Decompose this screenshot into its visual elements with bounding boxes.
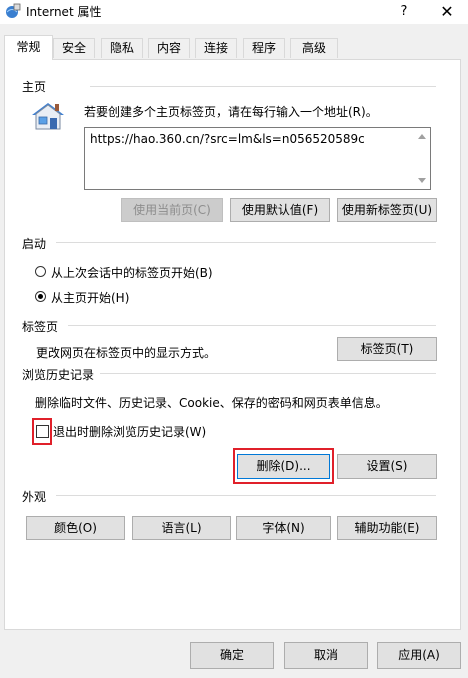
homepage-section-title: 主页 xyxy=(22,80,47,94)
window-title: Internet 属性 xyxy=(26,5,102,19)
tabs-separator xyxy=(68,325,436,326)
startup-separator xyxy=(56,242,436,243)
scroll-up-icon[interactable] xyxy=(418,134,426,139)
tab-security[interactable]: 安全 xyxy=(53,38,95,58)
tab-general[interactable]: 常规 xyxy=(4,35,53,60)
tab-content[interactable]: 内容 xyxy=(148,38,190,58)
homepage-instruction: 若要创建多个主页标签页，请在每行输入一个地址(R)。 xyxy=(84,105,378,119)
fonts-button[interactable]: 字体(N) xyxy=(236,516,331,540)
radio-start-homepage[interactable] xyxy=(35,291,46,302)
apply-button[interactable]: 应用(A) xyxy=(377,642,461,669)
use-default-button[interactable]: 使用默认值(F) xyxy=(230,198,330,222)
homepage-url-textarea[interactable]: https://hao.360.cn/?src=lm&ls=n056520589… xyxy=(84,127,431,190)
cancel-button[interactable]: 取消 xyxy=(284,642,368,669)
scroll-down-icon[interactable] xyxy=(418,178,426,183)
close-button[interactable]: ✕ xyxy=(432,0,462,24)
history-settings-button[interactable]: 设置(S) xyxy=(337,454,437,479)
homepage-separator xyxy=(90,86,436,87)
colors-button[interactable]: 颜色(O) xyxy=(26,516,125,540)
tab-advanced[interactable]: 高级 xyxy=(290,38,338,58)
tab-privacy[interactable]: 隐私 xyxy=(101,38,143,58)
homepage-scrollbar[interactable] xyxy=(414,128,430,189)
tabs-settings-button[interactable]: 标签页(T) xyxy=(337,337,437,361)
radio-start-homepage-label[interactable]: 从主页开始(H) xyxy=(51,289,129,306)
title-bar: Internet 属性 ? ✕ xyxy=(0,0,468,24)
accessibility-button[interactable]: 辅助功能(E) xyxy=(337,516,437,540)
history-description: 删除临时文件、历史记录、Cookie、保存的密码和网页表单信息。 xyxy=(35,396,388,410)
delete-history-button[interactable]: 删除(D)... xyxy=(237,454,330,479)
appearance-separator xyxy=(56,495,436,496)
appearance-section-title: 外观 xyxy=(22,490,47,504)
internet-options-icon xyxy=(6,3,21,18)
history-section-title: 浏览历史记录 xyxy=(22,368,95,382)
history-separator xyxy=(100,373,436,374)
radio-last-session[interactable] xyxy=(35,266,46,277)
delete-on-exit-label[interactable]: 退出时删除浏览历史记录(W) xyxy=(53,423,206,440)
languages-button[interactable]: 语言(L) xyxy=(132,516,231,540)
tabs-section-title: 标签页 xyxy=(22,320,59,334)
tabs-description: 更改网页在标签页中的显示方式。 xyxy=(36,346,217,360)
home-icon xyxy=(32,103,64,130)
use-current-button[interactable]: 使用当前页(C) xyxy=(121,198,223,222)
delete-on-exit-checkbox[interactable] xyxy=(36,425,49,438)
tab-connections[interactable]: 连接 xyxy=(195,38,237,58)
tab-programs[interactable]: 程序 xyxy=(243,38,285,58)
radio-last-session-label[interactable]: 从上次会话中的标签页开始(B) xyxy=(51,264,213,281)
use-new-tab-button[interactable]: 使用新标签页(U) xyxy=(337,198,437,222)
ok-button[interactable]: 确定 xyxy=(190,642,274,669)
homepage-url-text: https://hao.360.cn/?src=lm&ls=n056520589… xyxy=(90,132,365,146)
help-button[interactable]: ? xyxy=(392,0,416,24)
startup-section-title: 启动 xyxy=(22,237,47,251)
